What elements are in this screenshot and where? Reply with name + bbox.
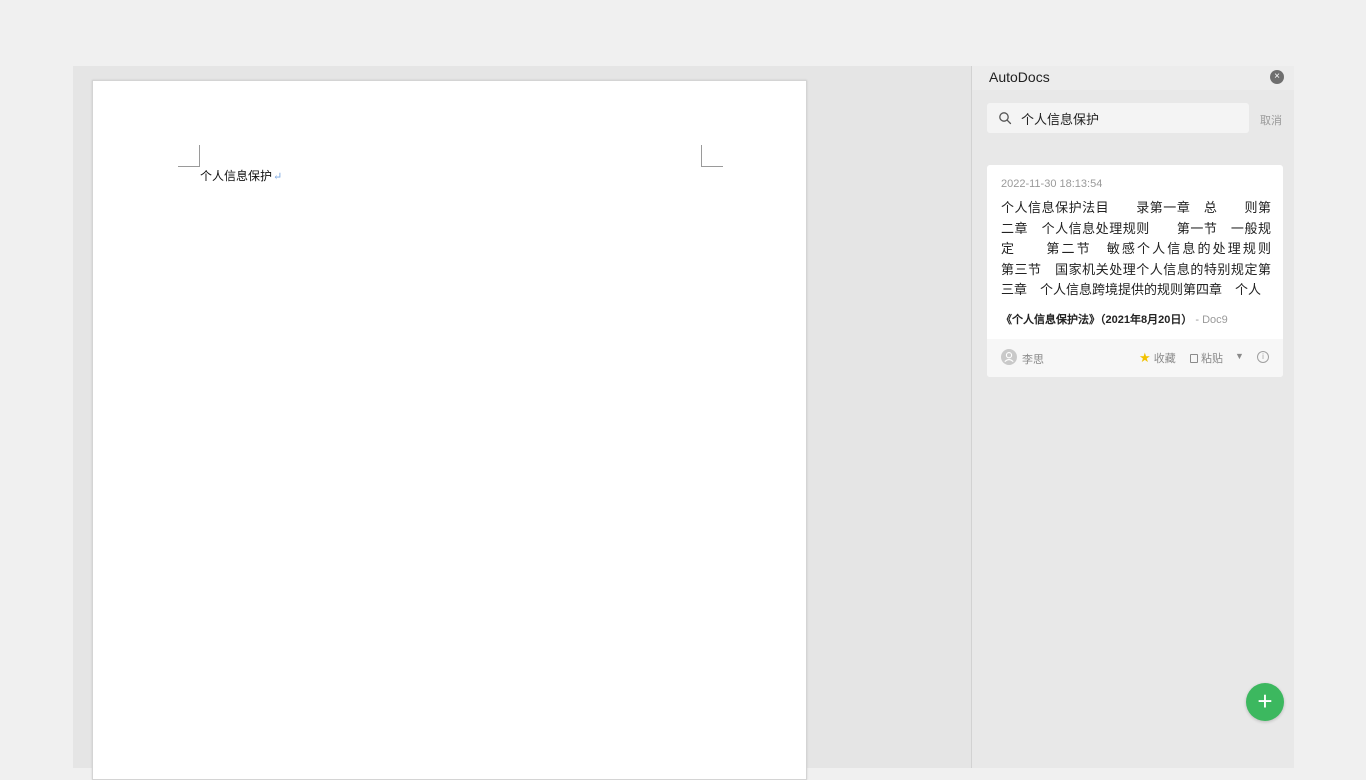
panel-header: AutoDocs × — [972, 66, 1294, 90]
document-heading-text: 个人信息保护 — [200, 169, 273, 183]
document-page[interactable]: 个人信息保护↵ — [92, 80, 807, 780]
margin-corner-top-right — [701, 145, 723, 167]
add-button[interactable]: + — [1246, 683, 1284, 721]
favorite-label: 收藏 — [1153, 353, 1176, 365]
cancel-button[interactable]: 取消 — [1260, 112, 1282, 128]
document-heading[interactable]: 个人信息保护↵ — [200, 167, 282, 184]
search-result-card[interactable]: 2022-11-30 18:13:54 个人信息保护法目 录第一章 总 则第二章… — [987, 165, 1283, 377]
document-area: 个人信息保护↵ — [73, 66, 971, 780]
close-icon[interactable]: × — [1270, 70, 1284, 84]
result-card-footer: 李思 ★ 收藏 粘贴 ▼ i — [987, 339, 1283, 377]
copy-icon — [1190, 354, 1198, 363]
user-icon — [1004, 352, 1014, 363]
result-timestamp: 2022-11-30 18:13:54 — [1001, 178, 1103, 190]
search-input[interactable] — [1021, 103, 1241, 133]
paste-button[interactable]: 粘贴 — [1190, 350, 1223, 366]
favorite-button[interactable]: ★ 收藏 — [1139, 350, 1176, 366]
chevron-down-icon[interactable]: ▼ — [1235, 351, 1244, 361]
result-snippet: 个人信息保护法目 录第一章 总 则第二章 个人信息处理规则 第一节 一般规定 第… — [1001, 200, 1271, 297]
panel-title: AutoDocs — [989, 69, 1050, 85]
result-source-title: 《个人信息保护法》（2021年8月20日） — [1001, 314, 1193, 326]
search-icon — [999, 112, 1012, 125]
result-source-doc: - Doc9 — [1192, 314, 1228, 326]
paste-label: 粘贴 — [1201, 353, 1223, 365]
author-name: 李思 — [1022, 354, 1044, 366]
search-box[interactable] — [987, 103, 1249, 133]
info-icon[interactable]: i — [1257, 351, 1269, 363]
paragraph-mark-icon: ↵ — [273, 170, 283, 183]
autodocs-panel: AutoDocs × 取消 2022-11-30 18:13:54 个人信息保护… — [971, 66, 1294, 768]
avatar — [1001, 349, 1017, 365]
result-source: 《个人信息保护法》（2021年8月20日） - Doc9 — [1001, 311, 1228, 327]
star-icon: ★ — [1139, 350, 1151, 365]
margin-corner-top-left — [178, 145, 200, 167]
app-window: 个人信息保护↵ AutoDocs × 取消 2022-11-30 18:13:5… — [73, 66, 1294, 780]
